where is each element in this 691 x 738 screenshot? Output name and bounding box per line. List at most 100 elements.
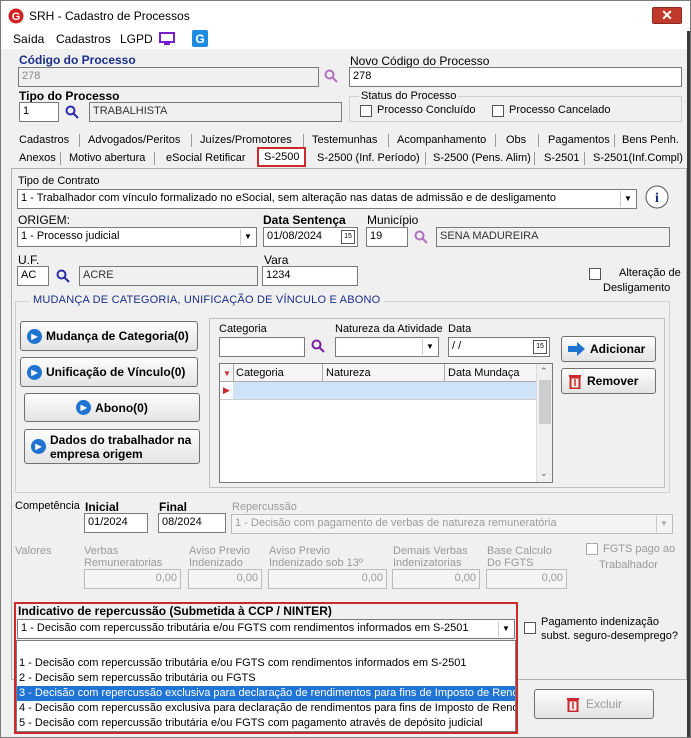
aviso13-label-2: Indenizado sob 13º xyxy=(269,557,363,569)
dropdown-option[interactable]: 5 - Decisão com repercussão tributária e… xyxy=(19,716,482,731)
app-logo-icon: G xyxy=(8,8,24,24)
data-sentenca-input[interactable]: 01/08/2024 15 xyxy=(263,227,358,247)
tab-cadastros[interactable]: Cadastros xyxy=(19,132,69,148)
grid-scrollbar[interactable]: ⌃ ⌄ xyxy=(536,364,552,482)
tab-s2501-inf-compl[interactable]: S-2501(Inf.Compl) xyxy=(593,150,683,166)
indicativo-select[interactable]: 1 - Decisão com repercussão tributária e… xyxy=(17,619,515,639)
info-icon[interactable]: i xyxy=(644,184,670,210)
alteracao-checkbox[interactable] xyxy=(589,268,601,280)
final-input[interactable]: 08/2024 xyxy=(158,513,226,533)
tab-acompanhamento[interactable]: Acompanhamento xyxy=(397,132,486,148)
demais-input: 0,00 xyxy=(392,569,480,589)
pagamento-label-2: subst. seguro-desemprego? xyxy=(541,630,678,642)
dropdown-option[interactable]: 4 - Decisão com repercussão exclusiva pa… xyxy=(19,701,515,716)
mudanca-categoria-button[interactable]: ▶ Mudança de Categoria(0) xyxy=(20,321,198,351)
chevron-down-icon: ▼ xyxy=(422,339,437,355)
uf-label: U.F. xyxy=(18,253,40,267)
close-button[interactable]: ✕ xyxy=(652,7,682,24)
svg-text:i: i xyxy=(655,191,659,206)
excluir-label: Excluir xyxy=(585,697,622,711)
data-value: / / xyxy=(452,340,462,352)
calendar-icon[interactable]: 15 xyxy=(341,230,355,244)
tab-bens-penh[interactable]: Bens Penh. xyxy=(622,132,679,148)
trash-icon xyxy=(566,698,579,712)
tab-motivo-abertura[interactable]: Motivo abertura xyxy=(69,150,145,166)
monitor-icon[interactable] xyxy=(159,31,175,47)
remover-label: Remover xyxy=(587,374,639,388)
verbas-label-2: Remuneratorias xyxy=(84,557,163,569)
mudanca-group-title: MUDANÇA DE CATEGORIA, UNIFICAÇÃO DE VÍNC… xyxy=(29,294,385,306)
search-icon[interactable] xyxy=(56,269,70,283)
search-icon[interactable] xyxy=(311,339,325,353)
dados-trabalhador-button[interactable]: ▶ Dados do trabalhador na empresa origem xyxy=(24,429,200,464)
repercussao-label: Repercussão xyxy=(232,501,297,513)
mudanca-grid: ▼ Categoria Natureza Data Mundaça ▶ ⌃ ⌄ xyxy=(219,363,553,483)
base-input: 0,00 xyxy=(486,569,567,589)
tab-juizes[interactable]: Juízes/Promotores xyxy=(200,132,292,148)
municipio-name: SENA MADUREIRA xyxy=(436,227,670,247)
data-sentenca-label: Data Sentença xyxy=(263,213,346,227)
grid-col-data[interactable]: Data Mundaça xyxy=(448,367,520,379)
remover-button[interactable]: Remover xyxy=(561,368,656,394)
dropdown-option[interactable]: 2 - Decisão sem repercussão tributária o… xyxy=(19,671,256,686)
play-icon: ▶ xyxy=(27,364,42,380)
menu-cadastros[interactable]: Cadastros xyxy=(56,32,111,46)
pagamento-checkbox[interactable] xyxy=(524,622,536,634)
indicativo-dropdown: 1 - Decisão com repercussão tributária e… xyxy=(16,640,516,732)
tab-pagamentos[interactable]: Pagamentos xyxy=(548,132,610,148)
municipio-code[interactable]: 19 xyxy=(366,227,408,247)
tab-s2500[interactable]: S-2500 xyxy=(257,147,307,167)
search-icon[interactable] xyxy=(65,105,79,119)
data-input[interactable]: / / 15 xyxy=(448,337,550,357)
indicativo-selected: 1 - Decisão com repercussão tributária e… xyxy=(21,622,469,634)
sort-indicator-icon: ▼ xyxy=(223,369,231,378)
vara-input[interactable]: 1234 xyxy=(262,266,358,286)
tab-s2501[interactable]: S-2501 xyxy=(544,150,579,166)
scroll-down-icon[interactable]: ⌄ xyxy=(540,468,548,479)
categoria-input[interactable] xyxy=(219,337,305,357)
g-app-icon[interactable]: G xyxy=(192,30,208,47)
scroll-up-icon[interactable]: ⌃ xyxy=(540,366,548,377)
dados-trabalhador-label-2: empresa origem xyxy=(50,446,143,461)
grid-col-categoria[interactable]: Categoria xyxy=(236,367,284,379)
tipo-processo-code[interactable]: 1 xyxy=(19,102,59,122)
grid-row[interactable]: ▶ xyxy=(220,382,536,400)
tab-obs[interactable]: Obs xyxy=(506,132,526,148)
search-icon[interactable] xyxy=(414,230,428,244)
concluido-checkbox[interactable] xyxy=(360,105,372,117)
natureza-select[interactable]: ▼ xyxy=(335,337,439,357)
base-label-2: Do FGTS xyxy=(487,557,534,569)
tab-s2500-pens-alim[interactable]: S-2500 (Pens. Alim) xyxy=(433,150,531,166)
dropdown-option-highlighted[interactable]: 3 - Decisão com repercussão exclusiva pa… xyxy=(17,686,515,701)
grid-col-natureza[interactable]: Natureza xyxy=(326,367,371,379)
menu-lgpd[interactable]: LGPD xyxy=(120,32,153,46)
tab-anexos[interactable]: Anexos xyxy=(19,150,56,166)
uf-name: ACRE xyxy=(79,266,258,286)
inicial-input[interactable]: 01/2024 xyxy=(84,513,148,533)
aviso-input: 0,00 xyxy=(188,569,262,589)
play-icon: ▶ xyxy=(76,400,92,415)
tab-esocial-retificar[interactable]: eSocial Retificar xyxy=(166,150,245,166)
alteracao-label-1: Alteração de xyxy=(619,267,681,279)
abono-button[interactable]: ▶ Abono(0) xyxy=(24,393,200,422)
menu-saida[interactable]: Saída xyxy=(13,32,44,46)
origem-select[interactable]: 1 - Processo judicial ▼ xyxy=(17,227,257,247)
search-icon[interactable] xyxy=(324,69,338,83)
uf-code[interactable]: AC xyxy=(17,266,49,286)
chevron-down-icon: ▼ xyxy=(620,191,635,207)
window-title: SRH - Cadastro de Processos xyxy=(29,9,190,23)
cancelado-checkbox[interactable] xyxy=(492,105,504,117)
tab-advogados[interactable]: Advogados/Peritos xyxy=(88,132,180,148)
main-window: G SRH - Cadastro de Processos ✕ Saída Ca… xyxy=(0,0,691,738)
calendar-icon[interactable]: 15 xyxy=(533,340,547,354)
codigo-label: Código do Processo xyxy=(19,53,136,67)
tab-testemunhas[interactable]: Testemunhas xyxy=(312,132,377,148)
unificacao-vinculo-button[interactable]: ▶ Unificação de Vínculo(0) xyxy=(20,357,198,387)
tipo-contrato-select[interactable]: 1 - Trabalhador com vínculo formalizado … xyxy=(17,189,637,209)
concluido-label: Processo Concluído xyxy=(377,104,476,116)
codigo-input[interactable]: 278 xyxy=(18,67,319,87)
novo-codigo-input[interactable]: 278 xyxy=(349,67,682,87)
dropdown-option[interactable]: 1 - Decisão com repercussão tributária e… xyxy=(19,656,467,671)
adicionar-button[interactable]: Adicionar xyxy=(561,336,656,362)
tab-s2500-inf-periodo[interactable]: S-2500 (Inf. Período) xyxy=(317,150,420,166)
